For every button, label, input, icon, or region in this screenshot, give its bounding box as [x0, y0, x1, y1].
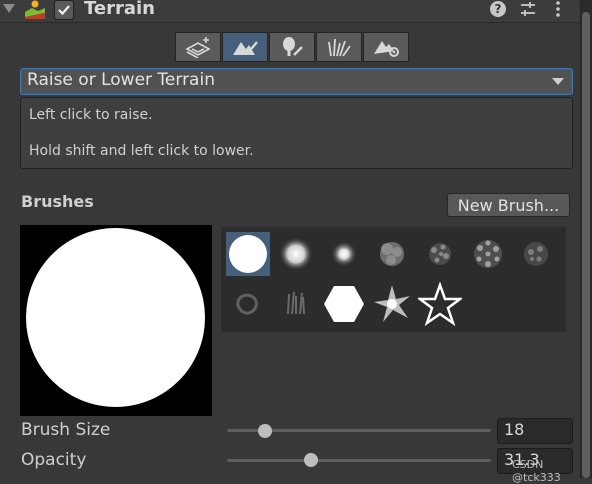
brush-small-soft-dot[interactable]: [322, 232, 366, 276]
brush-cloud-noise[interactable]: [370, 232, 414, 276]
terrain-brush-icon: [233, 41, 258, 55]
watermark-text: CSDN @tck333: [512, 458, 561, 484]
terrain-gear-icon: [374, 41, 399, 57]
brush-speckle-noise-1[interactable]: [418, 232, 462, 276]
brush-size-label: Brush Size: [21, 420, 111, 440]
context-menu-icon[interactable]: [554, 0, 562, 18]
help-line-raise: Left click to raise.: [29, 107, 153, 123]
new-brush-button[interactable]: New Brush...: [447, 193, 570, 217]
dropdown-arrow-icon: [552, 78, 564, 85]
terrain-tool-toolbar: [175, 32, 409, 62]
component-title: Terrain: [84, 0, 155, 19]
brush-star-outline[interactable]: [418, 282, 462, 326]
scrollbar-thumb[interactable]: [582, 12, 590, 478]
brushes-heading: Brushes: [21, 192, 94, 211]
tool-help-box: Left click to raise. Hold shift and left…: [20, 97, 573, 169]
terrain-add-icon: [185, 37, 211, 58]
brush-size-slider-knob[interactable]: [258, 424, 273, 438]
terrain-component-icon: [24, 0, 46, 20]
brush-preview-shape: [26, 228, 205, 407]
tool-paint-trees[interactable]: [269, 32, 315, 62]
tool-create-neighbor-terrains[interactable]: [175, 32, 221, 62]
help-line-lower: Hold shift and left click to lower.: [29, 143, 254, 159]
dropdown-selected-label: Raise or Lower Terrain: [27, 70, 215, 90]
tool-paint-details[interactable]: [316, 32, 362, 62]
brush-soft-circle[interactable]: [274, 232, 318, 276]
brush-star-burst[interactable]: [370, 282, 414, 326]
terrain-tool-dropdown[interactable]: Raise or Lower Terrain: [20, 68, 573, 95]
opacity-label: Opacity: [21, 450, 87, 470]
brush-hard-circle[interactable]: [226, 232, 270, 276]
brush-palette: [221, 227, 566, 332]
brush-hexagon[interactable]: [322, 282, 366, 326]
brush-speckle-noise-2[interactable]: [466, 232, 510, 276]
brush-preview: [20, 225, 212, 416]
presets-icon[interactable]: [519, 0, 537, 18]
enable-checkbox[interactable]: [54, 0, 74, 20]
tree-brush-icon: [283, 37, 303, 56]
tool-terrain-settings[interactable]: [363, 32, 409, 62]
grass-brush-icon: [328, 38, 351, 57]
foldout-arrow-icon[interactable]: [3, 4, 15, 13]
opacity-slider-track[interactable]: [227, 459, 491, 462]
brush-size-field[interactable]: 18: [497, 418, 573, 444]
brush-speckle-noise-3[interactable]: [514, 232, 558, 276]
tool-paint-terrain[interactable]: [222, 32, 268, 62]
brush-size-value: 18: [504, 420, 525, 439]
opacity-slider-knob[interactable]: [304, 453, 319, 467]
brush-ring-smudge[interactable]: [226, 282, 270, 326]
brush-grass-strokes[interactable]: [274, 282, 318, 326]
help-icon[interactable]: ?: [490, 1, 506, 17]
